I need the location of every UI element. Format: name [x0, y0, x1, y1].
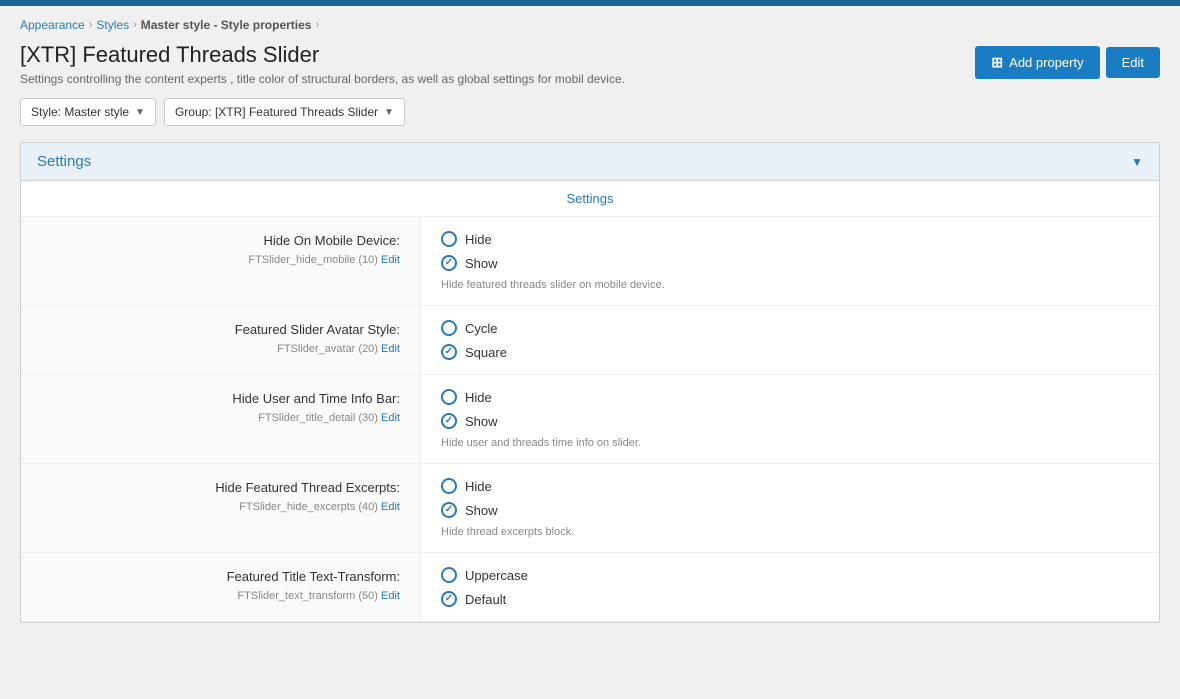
- radio-empty-time-hide: [441, 389, 457, 405]
- settings-row-excerpts: Hide Featured Thread Excerpts: FTSlider_…: [21, 464, 1159, 553]
- radio-checked-excerpts-show: [441, 502, 457, 518]
- plus-icon: ⊞: [991, 54, 1003, 71]
- radio-checked-icon: [441, 255, 457, 271]
- radio-label-time-show: Show: [465, 414, 498, 429]
- breadcrumb-sep-1: ›: [89, 19, 93, 31]
- style-dropdown-label: Style: Master style: [31, 105, 129, 119]
- settings-panel: Settings ▼ Settings Hide On Mobile Devic…: [20, 142, 1160, 623]
- radio-excerpts-show[interactable]: Show: [441, 502, 1139, 518]
- page-title-area: [XTR] Featured Threads Slider Settings c…: [20, 42, 625, 86]
- collapse-arrow-icon[interactable]: ▼: [1131, 155, 1143, 169]
- radio-empty-excerpts-hide: [441, 478, 457, 494]
- radio-avatar-cycle[interactable]: Cycle: [441, 320, 1139, 336]
- label-time-info-meta: FTSlider_title_detail (30) Edit: [258, 412, 400, 424]
- radio-empty-uppercase: [441, 567, 457, 583]
- style-dropdown[interactable]: Style: Master style ▼: [20, 98, 156, 126]
- page-header: [XTR] Featured Threads Slider Settings c…: [20, 42, 1160, 86]
- radio-label-hide: Hide: [465, 232, 492, 247]
- radio-excerpts-hide[interactable]: Hide: [441, 478, 1139, 494]
- group-dropdown-arrow: ▼: [384, 107, 394, 118]
- radio-text-default[interactable]: Default: [441, 591, 1139, 607]
- style-dropdown-arrow: ▼: [135, 107, 145, 118]
- hint-excerpts: Hide thread excerpts block.: [441, 526, 1139, 538]
- settings-label-time-info: Hide User and Time Info Bar: FTSlider_ti…: [21, 375, 421, 463]
- radio-label-default: Default: [465, 592, 506, 607]
- radio-time-info-hide[interactable]: Hide: [441, 389, 1139, 405]
- meta-time-info-text: FTSlider_title_detail (30): [258, 412, 378, 424]
- settings-row-hide-mobile: Hide On Mobile Device: FTSlider_hide_mob…: [21, 217, 1159, 306]
- settings-label-text-transform: Featured Title Text-Transform: FTSlider_…: [21, 553, 421, 621]
- meta-avatar-style-text: FTSlider_avatar (20): [277, 343, 378, 355]
- label-avatar-style-name: Featured Slider Avatar Style:: [37, 322, 400, 337]
- settings-row-text-transform: Featured Title Text-Transform: FTSlider_…: [21, 553, 1159, 622]
- settings-label-excerpts: Hide Featured Thread Excerpts: FTSlider_…: [21, 464, 421, 552]
- breadcrumb-appearance[interactable]: Appearance: [20, 18, 85, 32]
- hint-time-info: Hide user and threads time info on slide…: [441, 437, 1139, 449]
- label-excerpts-name: Hide Featured Thread Excerpts:: [37, 480, 400, 495]
- radio-text-uppercase[interactable]: Uppercase: [441, 567, 1139, 583]
- settings-panel-title: Settings: [37, 153, 91, 170]
- radio-hide-mobile-show[interactable]: Show: [441, 255, 1139, 271]
- group-dropdown-label: Group: [XTR] Featured Threads Slider: [175, 105, 378, 119]
- radio-label-uppercase: Uppercase: [465, 568, 528, 583]
- label-time-info-name: Hide User and Time Info Bar:: [37, 391, 400, 406]
- settings-value-time-info: Hide Show Hide user and threads time inf…: [421, 375, 1159, 463]
- meta-text-transform-text: FTSlider_text_transform (50): [237, 590, 378, 602]
- settings-value-avatar-style: Cycle Square: [421, 306, 1159, 374]
- settings-value-hide-mobile: Hide Show Hide featured threads slider o…: [421, 217, 1159, 305]
- settings-value-text-transform: Uppercase Default: [421, 553, 1159, 621]
- hint-hide-mobile: Hide featured threads slider on mobile d…: [441, 279, 1139, 291]
- meta-excerpts-text: FTSlider_hide_excerpts (40): [239, 501, 378, 513]
- radio-label-excerpts-show: Show: [465, 503, 498, 518]
- page-title: [XTR] Featured Threads Slider: [20, 42, 625, 68]
- label-text-transform-name: Featured Title Text-Transform:: [37, 569, 400, 584]
- label-avatar-style-meta: FTSlider_avatar (20) Edit: [277, 343, 400, 355]
- radio-time-info-show[interactable]: Show: [441, 413, 1139, 429]
- edit-button[interactable]: Edit: [1106, 47, 1160, 78]
- edit-link-avatar-style[interactable]: Edit: [381, 343, 400, 355]
- edit-link-text-transform[interactable]: Edit: [381, 590, 400, 602]
- edit-link-excerpts[interactable]: Edit: [381, 501, 400, 513]
- label-excerpts-meta: FTSlider_hide_excerpts (40) Edit: [239, 501, 400, 513]
- settings-row-avatar-style: Featured Slider Avatar Style: FTSlider_a…: [21, 306, 1159, 375]
- label-hide-mobile-meta: FTSlider_hide_mobile (10) Edit: [248, 254, 400, 266]
- edit-link-hide-mobile[interactable]: Edit: [381, 254, 400, 266]
- breadcrumb-sep-3: ›: [315, 19, 319, 31]
- radio-checked-time-show: [441, 413, 457, 429]
- page-wrapper: Appearance › Styles › Master style - Sty…: [0, 6, 1180, 699]
- radio-empty-icon: [441, 231, 457, 247]
- settings-sub-header: Settings: [21, 181, 1159, 217]
- settings-label-hide-mobile: Hide On Mobile Device: FTSlider_hide_mob…: [21, 217, 421, 305]
- radio-label-time-hide: Hide: [465, 390, 492, 405]
- settings-label-avatar-style: Featured Slider Avatar Style: FTSlider_a…: [21, 306, 421, 374]
- filter-bar: Style: Master style ▼ Group: [XTR] Featu…: [20, 98, 1160, 126]
- add-property-label: Add property: [1009, 55, 1083, 70]
- radio-avatar-square[interactable]: Square: [441, 344, 1139, 360]
- label-hide-mobile-name: Hide On Mobile Device:: [37, 233, 400, 248]
- breadcrumb: Appearance › Styles › Master style - Sty…: [20, 18, 1160, 32]
- meta-hide-mobile-text: FTSlider_hide_mobile (10): [248, 254, 378, 266]
- settings-panel-header: Settings ▼: [21, 143, 1159, 181]
- radio-label-excerpts-hide: Hide: [465, 479, 492, 494]
- settings-row-time-info: Hide User and Time Info Bar: FTSlider_ti…: [21, 375, 1159, 464]
- radio-checked-default: [441, 591, 457, 607]
- settings-value-excerpts: Hide Show Hide thread excerpts block.: [421, 464, 1159, 552]
- radio-hide-mobile-hide[interactable]: Hide: [441, 231, 1139, 247]
- label-text-transform-meta: FTSlider_text_transform (50) Edit: [237, 590, 400, 602]
- breadcrumb-current: Master style - Style properties: [141, 18, 312, 32]
- radio-empty-cycle: [441, 320, 457, 336]
- edit-link-time-info[interactable]: Edit: [381, 412, 400, 424]
- group-dropdown[interactable]: Group: [XTR] Featured Threads Slider ▼: [164, 98, 405, 126]
- radio-label-square: Square: [465, 345, 507, 360]
- radio-checked-square: [441, 344, 457, 360]
- page-subtitle: Settings controlling the content experts…: [20, 72, 625, 86]
- header-buttons: ⊞ Add property Edit: [975, 46, 1160, 79]
- add-property-button[interactable]: ⊞ Add property: [975, 46, 1099, 79]
- radio-label-show: Show: [465, 256, 498, 271]
- breadcrumb-sep-2: ›: [133, 19, 137, 31]
- radio-label-cycle: Cycle: [465, 321, 498, 336]
- breadcrumb-styles[interactable]: Styles: [96, 18, 129, 32]
